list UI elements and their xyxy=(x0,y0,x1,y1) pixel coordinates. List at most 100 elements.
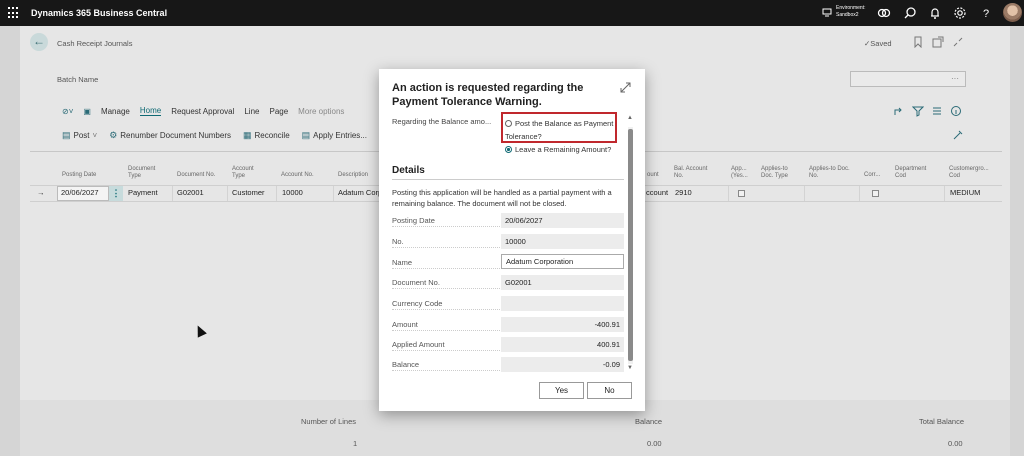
posting-date-value: 20/06/2027 xyxy=(61,188,99,197)
list-view-icon[interactable] xyxy=(931,105,943,117)
copilot-icon[interactable] xyxy=(877,6,891,20)
menu-home[interactable]: Home xyxy=(139,106,162,116)
batch-lookup-button[interactable]: ··· xyxy=(951,74,959,83)
menu-page[interactable]: Page xyxy=(269,107,288,116)
help-icon[interactable]: ? xyxy=(979,6,993,20)
correction-checkbox[interactable] xyxy=(872,190,879,197)
department-code-cell[interactable] xyxy=(891,186,945,201)
col-applies-to-doc-type[interactable]: Applies-to Doc. Type xyxy=(761,166,788,180)
col-account-no[interactable]: Account No. xyxy=(281,172,314,179)
apply-entries-button[interactable]: ▤ Apply Entries... xyxy=(302,130,367,141)
col-applies-to-doc-no[interactable]: Applies-to Doc. No. xyxy=(809,166,850,180)
batch-name-field[interactable]: ··· xyxy=(850,71,966,87)
balance-label: Balance xyxy=(635,417,663,426)
col-approval[interactable]: App... (Yes... xyxy=(731,166,748,180)
amount-label: Amount xyxy=(392,320,500,331)
scroll-up-arrow-icon[interactable]: ▲ xyxy=(627,115,633,121)
environment-name: Sandbox2 xyxy=(836,12,859,18)
action-menu-bar: ⊘˅ ▣ Manage Home Request Approval Line P… xyxy=(62,104,344,118)
col-customergroup-code[interactable]: Customergro... Cod xyxy=(949,166,989,180)
number-of-lines-value: 1 xyxy=(353,439,358,448)
open-new-window-icon[interactable] xyxy=(932,36,944,48)
document-no-field: G02001 xyxy=(501,275,624,290)
environment-icon xyxy=(822,8,832,17)
menu-more-options[interactable]: More options xyxy=(298,107,344,116)
balance-question-label: Regarding the Balance amo... xyxy=(392,117,492,126)
balance-dialog-label: Balance xyxy=(392,360,500,371)
menu-manage[interactable]: Manage xyxy=(101,107,130,116)
scrollbar-thumb[interactable] xyxy=(628,129,633,361)
document-type-value: Payment xyxy=(128,188,158,197)
number-of-lines-label: Number of Lines xyxy=(301,417,357,426)
search-icon[interactable] xyxy=(903,6,917,20)
scroll-down-arrow-icon[interactable]: ▼ xyxy=(627,365,633,371)
no-button[interactable]: No xyxy=(587,382,632,399)
batch-name-label: Batch Name xyxy=(57,75,99,84)
col-corr[interactable]: Corr... xyxy=(864,172,880,179)
approval-checkbox[interactable] xyxy=(738,190,745,197)
menu-line[interactable]: Line xyxy=(244,107,259,116)
posting-date-label: Posting Date xyxy=(392,216,500,227)
reconcile-button[interactable]: ▦ Reconcile xyxy=(243,130,290,141)
details-divider xyxy=(392,179,624,180)
balance-dialog-field: -0.09 xyxy=(501,357,624,372)
option-post-balance[interactable]: Post the Balance as Payment Tolerance? xyxy=(505,117,615,143)
option-leave-remaining[interactable]: Leave a Remaining Amount? xyxy=(505,145,611,154)
back-arrow-icon[interactable]: ← xyxy=(30,33,48,51)
balance-value: 0.00 xyxy=(647,439,662,448)
applied-amount-field: 400.91 xyxy=(501,337,624,352)
reconcile-icon: ▦ xyxy=(243,129,252,140)
no-label: No. xyxy=(392,237,500,248)
col-description[interactable]: Description xyxy=(338,172,368,179)
dialog-scrollbar[interactable]: ▲ ▼ xyxy=(627,115,633,372)
col-bal-account-no[interactable]: Bal. Account No. xyxy=(674,166,707,180)
bookmark-icon[interactable] xyxy=(912,36,924,48)
filter-icon[interactable] xyxy=(912,105,924,117)
menu-request-approval[interactable]: Request Approval xyxy=(171,107,234,116)
account-type-value: Customer xyxy=(232,188,265,197)
applies-to-doc-no-cell[interactable] xyxy=(805,186,860,201)
description-value[interactable]: Adatum Corp xyxy=(338,188,382,197)
post-button[interactable]: ▤ Post ˅ xyxy=(62,130,97,141)
applied-amount-label: Applied Amount xyxy=(392,340,500,351)
renumber-icon: ⚙ xyxy=(109,129,118,140)
col-posting-date[interactable]: Posting Date xyxy=(62,172,96,179)
radio-post-balance[interactable] xyxy=(505,120,512,127)
col-department-code[interactable]: Department Cod xyxy=(895,166,926,180)
environment-label: Environment: xyxy=(836,5,866,11)
settings-gear-icon[interactable] xyxy=(953,6,967,20)
bal-account-no-value: 2910 xyxy=(675,188,692,197)
renumber-document-numbers-button[interactable]: ⚙ Renumber Document Numbers xyxy=(109,130,231,141)
user-avatar[interactable] xyxy=(1003,3,1022,22)
top-bar: Dynamics 365 Business Central Environmen… xyxy=(0,0,1024,26)
col-document-type[interactable]: Document Type xyxy=(128,166,155,180)
applies-to-doc-type-cell[interactable] xyxy=(757,186,805,201)
document-no-label: Document No. xyxy=(392,278,500,289)
document-no-value: G02001 xyxy=(177,188,204,197)
yes-button[interactable]: Yes xyxy=(539,382,584,399)
filter-pane-icon[interactable]: ▣ xyxy=(83,107,91,116)
personalize-icon[interactable] xyxy=(952,129,964,141)
name-label: Name xyxy=(392,258,500,269)
col-document-no[interactable]: Document No. xyxy=(177,172,215,179)
page-breadcrumb: Cash Receipt Journals xyxy=(57,39,133,48)
payment-tolerance-dialog: An action is requested regarding the Pay… xyxy=(379,69,645,411)
share-icon[interactable] xyxy=(893,105,905,117)
no-field: 10000 xyxy=(501,234,624,249)
collapse-icon[interactable] xyxy=(952,36,964,48)
col-account-type[interactable]: Account Type xyxy=(232,166,254,180)
row-actions-ellipsis[interactable]: ⋮ xyxy=(109,186,123,201)
name-field[interactable]: Adatum Corporation xyxy=(501,254,624,269)
search-toggle-icon[interactable]: ⊘˅ xyxy=(62,107,73,116)
notification-bell-icon[interactable] xyxy=(928,6,942,20)
account-no-value: 10000 xyxy=(282,188,303,197)
col-account-partial[interactable]: ount xyxy=(647,172,659,179)
total-balance-value: 0.00 xyxy=(948,439,963,448)
app-title[interactable]: Dynamics 365 Business Central xyxy=(31,8,167,18)
dialog-title: An action is requested regarding the Pay… xyxy=(392,82,584,108)
customergroup-code-value: MEDIUM xyxy=(950,188,981,197)
info-icon[interactable] xyxy=(950,105,962,117)
radio-leave-remaining[interactable] xyxy=(505,146,512,153)
expand-dialog-icon[interactable] xyxy=(620,82,631,93)
app-launcher-icon[interactable] xyxy=(8,7,20,19)
